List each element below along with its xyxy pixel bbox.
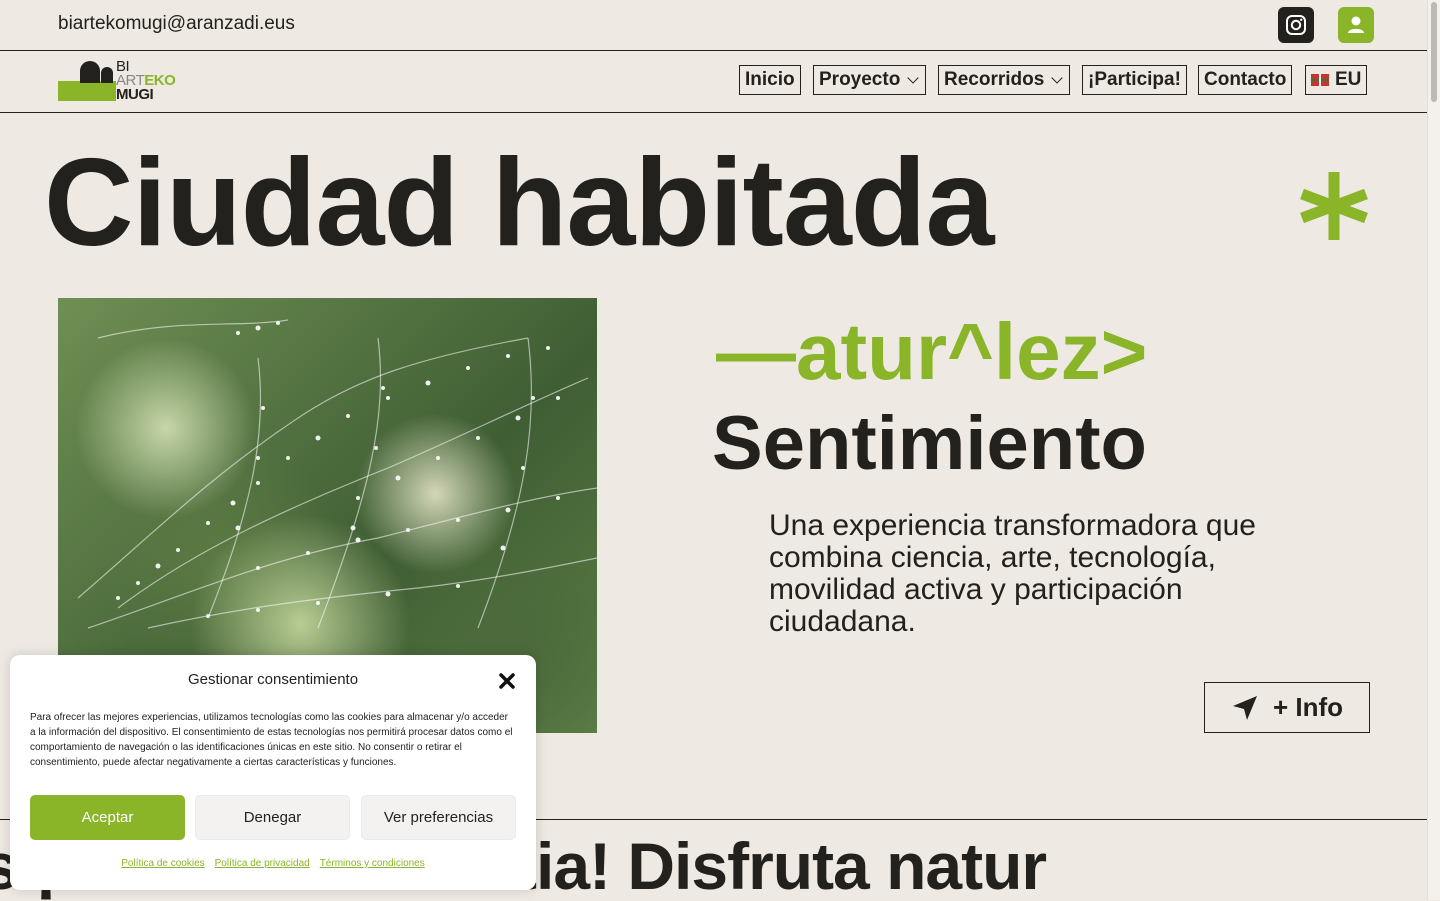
- location-arrow-icon: [1232, 695, 1257, 720]
- hero-title: Ciudad habitada: [44, 134, 995, 272]
- terms-link[interactable]: Términos y condiciones: [320, 858, 425, 869]
- cookie-consent-dialog: Gestionar consentimiento Para ofrecer la…: [10, 655, 536, 890]
- accept-button[interactable]: Aceptar: [30, 795, 185, 840]
- asterisk-icon: [1296, 168, 1372, 249]
- deny-button[interactable]: Denegar: [195, 795, 350, 840]
- nav-inicio[interactable]: Inicio: [739, 65, 801, 95]
- language-label: EU: [1335, 69, 1362, 90]
- nav-proyecto-label: Proyecto: [819, 69, 901, 90]
- logo-arch-small: [101, 67, 113, 83]
- logo-text-mugi: MUGI: [116, 86, 154, 103]
- cookie-description: Para ofrecer las mejores experiencias, u…: [30, 712, 513, 768]
- nav-recorridos-label: Recorridos: [944, 69, 1045, 90]
- privacy-policy-link[interactable]: Política de privacidad: [215, 858, 310, 869]
- nav-contacto-label: Contacto: [1204, 69, 1287, 90]
- cookie-policy-link[interactable]: Política de cookies: [121, 858, 204, 869]
- nav-inicio-label: Inicio: [745, 69, 795, 90]
- scrollbar-thumb[interactable]: [1431, 2, 1437, 102]
- contact-email-link[interactable]: biartekomugi@aranzadi.eus: [58, 13, 295, 35]
- user-icon[interactable]: [1338, 7, 1374, 43]
- preferences-button[interactable]: Ver preferencias: [361, 795, 516, 840]
- cookie-links: Política de cookies Política de privacid…: [10, 858, 536, 869]
- hero-accent-word: —atur^lez>: [716, 307, 1148, 396]
- info-button[interactable]: + Info: [1204, 682, 1370, 733]
- nav-recorridos[interactable]: Recorridos: [938, 65, 1071, 95]
- nav-participa-label: ¡Participa!: [1088, 69, 1181, 90]
- logo-stripe: [58, 81, 116, 101]
- page-scrollbar[interactable]: [1427, 0, 1440, 900]
- chevron-down-icon: [907, 72, 919, 84]
- site-logo[interactable]: BI ARTEKO MUGI: [58, 59, 178, 105]
- nav-proyecto[interactable]: Proyecto: [813, 65, 927, 95]
- nav-contacto[interactable]: Contacto: [1198, 65, 1293, 95]
- nav-participa[interactable]: ¡Participa!: [1082, 65, 1187, 95]
- info-button-label: + Info: [1272, 692, 1344, 722]
- basque-flag-icon: [1311, 74, 1329, 86]
- main-navigation: BI ARTEKO MUGI Inicio Proyecto Recorrido…: [0, 51, 1428, 113]
- language-switcher[interactable]: EU: [1305, 65, 1368, 95]
- close-icon[interactable]: [496, 670, 518, 692]
- logo-arch: [80, 61, 100, 83]
- hero-description: Una experiencia transformadora que combi…: [769, 509, 1256, 638]
- cookie-title: Gestionar consentimiento: [187, 671, 359, 688]
- instagram-icon[interactable]: [1278, 7, 1314, 43]
- top-bar: biartekomugi@aranzadi.eus: [0, 0, 1428, 51]
- chevron-down-icon: [1051, 72, 1063, 84]
- hero-word: Sentimiento: [712, 401, 1147, 486]
